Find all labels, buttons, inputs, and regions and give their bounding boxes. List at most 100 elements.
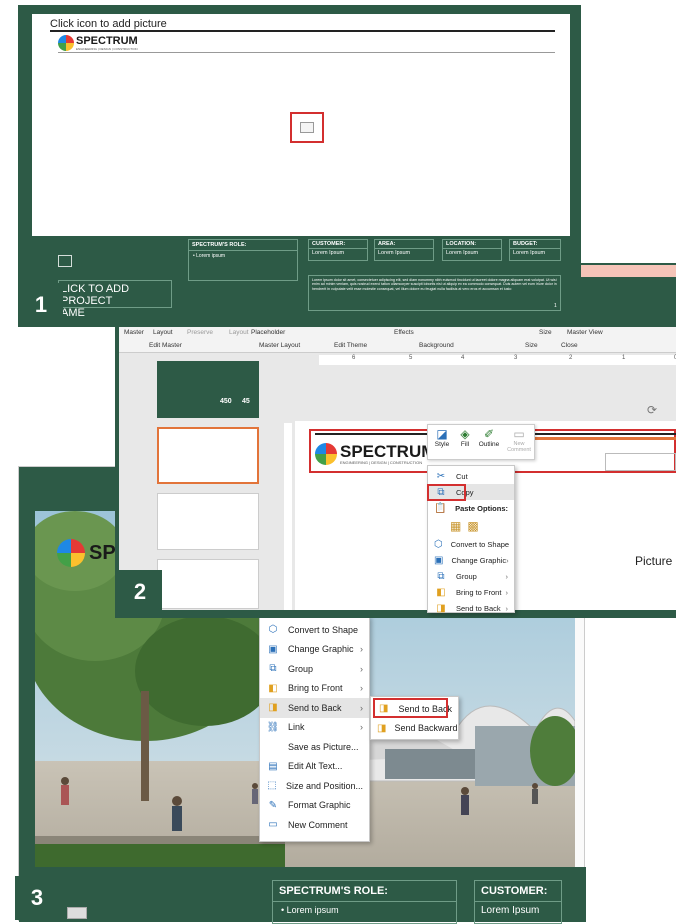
menu-new-comment[interactable]: ▭ New Comment (260, 815, 369, 835)
menu-label: Bring to Front (288, 683, 343, 694)
panel1-role-box: SPECTRUM'S ROLE: • Lorem ipsum (188, 239, 298, 281)
menu-label: Format Graphic (288, 800, 351, 811)
panel1-role-bullet: • Lorem ipsum (193, 253, 226, 259)
thumbnail-3[interactable] (157, 493, 259, 550)
panel3-brand-partial: SP (89, 541, 116, 564)
fill-button[interactable]: ◈ Fill (455, 427, 475, 448)
group-edit-master: Edit Master (149, 342, 182, 349)
group-master-layout: Master Layout (259, 342, 301, 349)
outline-label: Outline (478, 441, 500, 448)
change-graphic-icon: ▣ (268, 643, 278, 655)
new-comment-button[interactable]: ▭ New Comment (504, 427, 534, 453)
mini-toolbar: ◪ Style ◈ Fill ✐ Outline ▭ New Comment (427, 424, 535, 460)
chevron-right-icon: › (505, 571, 509, 581)
menu-change-graphic[interactable]: ▣ Change Graphic › (260, 640, 369, 660)
step-number-2: 2 (118, 570, 162, 614)
menu-label: Edit Alt Text... (288, 761, 343, 772)
field-budget: BUDGET: Lorem Ipsum (509, 239, 561, 261)
ribbon-master-view[interactable]: Master View (567, 329, 603, 336)
thumb-stat-1: 450 (220, 398, 232, 405)
ribbon-preserve[interactable]: Preserve (187, 329, 213, 336)
comment-icon: ▭ (268, 819, 278, 831)
step-number-3: 3 (15, 876, 59, 920)
highlight-copy (427, 484, 466, 501)
menu-cut[interactable]: ✂ Cut (428, 468, 514, 484)
panel2-brand: SPECTRUM (340, 441, 436, 461)
menu-group[interactable]: ⧉ Group › (260, 659, 369, 679)
menu-edit-alt-text[interactable]: ▤ Edit Alt Text... (260, 757, 369, 777)
fill-label: Fill (460, 441, 470, 448)
paste-picture-icon[interactable]: ▩ (467, 519, 478, 533)
submenu-send-backward[interactable]: ◨ Send Backward (371, 719, 458, 739)
project-name-line1: LICK TO ADD PROJECT (61, 283, 130, 307)
highlight-send-to-back (373, 698, 448, 718)
menu-label: Link (288, 722, 305, 733)
menu-paste-options: 📋 Paste Options: (428, 500, 514, 516)
menu-label: Send to Back (456, 603, 501, 613)
menu-link[interactable]: ⛓ Link › (260, 718, 369, 738)
insert-picture-icon[interactable] (290, 112, 324, 143)
group-icon: ⧉ (437, 570, 445, 582)
field-location-value: Lorem Ipsum (446, 250, 479, 256)
ruler-2: 2 (569, 355, 573, 361)
thumbnail-2-selected[interactable] (157, 427, 259, 484)
panel-1: Click icon to add picture SPECTRUM ENGIN… (18, 5, 581, 327)
panel1-role-bullet-text: Lorem ipsum (196, 253, 226, 259)
project-name-box[interactable]: LICK TO ADD PROJECT AME (58, 280, 172, 319)
panel2-logo: SPECTRUM ENGINEERING | DESIGN | CONSTRUC… (315, 443, 435, 465)
style-button[interactable]: ◪ Style (431, 427, 453, 448)
paste-icon: 📋 (434, 502, 447, 514)
panel3-left-edge (19, 467, 35, 922)
menu-send-to-back[interactable]: ◨ Send to Back › (260, 698, 369, 718)
panel1-body-text: Lorem ipsum dolor sit amet, consectetuer… (312, 278, 557, 291)
spectrum-logo-icon (58, 35, 74, 51)
panel1-logo: SPECTRUM ENGINEERING | DESIGN | CONSTRUC… (58, 35, 138, 51)
menu-label: Convert to Shape (450, 539, 510, 549)
ribbon-effects[interactable]: Effects (394, 329, 414, 336)
thumbnail-4[interactable] (157, 559, 259, 609)
field-customer-value: Lorem Ipsum (312, 250, 345, 256)
link-icon: ⛓ (266, 721, 280, 733)
comment-icon: ▭ (513, 427, 525, 441)
group-icon: ⧉ (269, 663, 277, 675)
menu-format-graphic[interactable]: ✎ Format Graphic (260, 796, 369, 816)
convert-shape-icon: ⬡ (268, 624, 278, 636)
ruler-4: 4 (461, 355, 465, 361)
chevron-right-icon: › (506, 555, 509, 565)
menu-label: Size and Position... (285, 780, 363, 791)
group-size: Size (525, 342, 538, 349)
menu-convert-to-shape-2[interactable]: ⬡ Convert to Shape (428, 536, 514, 552)
ribbon-placeholder[interactable]: Placeholder (251, 329, 285, 336)
ribbon-master[interactable]: Master (124, 329, 144, 336)
ribbon-layout[interactable]: Layout (153, 329, 173, 336)
title-placeholder[interactable] (605, 453, 676, 471)
field-budget-value: Lorem Ipsum (513, 250, 546, 256)
panel1-project-icon (58, 255, 72, 267)
menu-save-as-picture[interactable]: Save as Picture... (260, 737, 369, 757)
ribbon-size[interactable]: Size (539, 329, 552, 336)
format-graphic-icon: ✎ (268, 799, 278, 811)
menu-bring-to-front[interactable]: ◧ Bring to Front › (260, 679, 369, 699)
menu-send-to-back-2[interactable]: ◨ Send to Back › (428, 600, 514, 616)
panel3-context-menu: ⬡ Convert to Shape ▣ Change Graphic › ⧉ Grou… (259, 616, 370, 842)
panel2-brand-sub: ENGINEERING | DESIGN | CONSTRUCTION (340, 459, 423, 465)
menu-group-2[interactable]: ⧉ Group › (428, 568, 514, 584)
menu-bring-to-front-2[interactable]: ◧ Bring to Front › (428, 584, 514, 600)
ribbon-layout2[interactable]: Layout (229, 329, 249, 336)
outline-button[interactable]: ✐ Outline (476, 427, 502, 448)
menu-size-position[interactable]: ⬚ Size and Position... (260, 776, 369, 796)
menu-change-graphic-2[interactable]: ▣ Change Graphic › (428, 552, 514, 568)
size-position-icon: ⬚ (267, 780, 277, 792)
menu-convert-to-shape[interactable]: ⬡ Convert to Shape (260, 620, 369, 640)
send-back-icon: ◨ (436, 602, 446, 614)
chevron-right-icon: › (360, 702, 363, 713)
menu-label: Send Backward (394, 723, 458, 734)
thumbnail-1[interactable]: 450 45 (157, 361, 259, 418)
panel1-body-box[interactable]: Lorem ipsum dolor sit amet, consectetuer… (308, 275, 561, 311)
field-location-label: LOCATION: (443, 240, 501, 249)
ruler-3: 3 (514, 355, 518, 361)
paste-keep-icon[interactable]: ▦ (450, 519, 461, 533)
rotate-handle-icon[interactable]: ⟳ (647, 403, 657, 417)
group-edit-theme: Edit Theme (334, 342, 368, 349)
panel3-bottom-widget (67, 907, 87, 919)
